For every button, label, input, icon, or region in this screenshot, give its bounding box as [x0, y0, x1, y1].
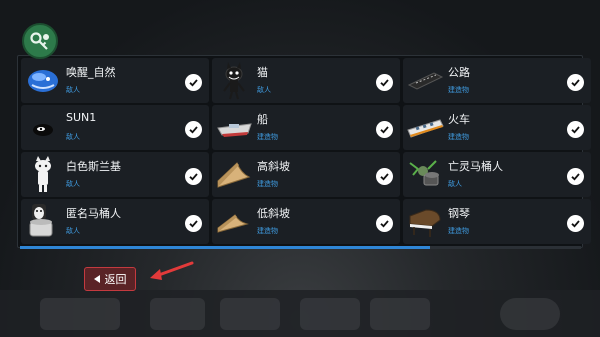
checkmark-icon[interactable]: [567, 74, 584, 91]
back-button[interactable]: 返回: [84, 267, 136, 291]
background-shape: [150, 298, 205, 330]
masked-toilet-icon: [29, 204, 53, 237]
item-tag: 敌人: [66, 86, 80, 94]
back-button-label: 返回: [104, 273, 127, 286]
low-ramp-icon: [217, 214, 249, 233]
horizontal-scrollbar[interactable]: [20, 246, 581, 249]
piano-icon: [409, 209, 441, 237]
item-card[interactable]: SUN1 敌人: [21, 105, 209, 150]
checkmark-icon[interactable]: [567, 215, 584, 232]
item-tag: 建造物: [448, 227, 469, 235]
background-shape: [370, 298, 430, 330]
boat-icon: [217, 123, 252, 137]
checkmark-icon[interactable]: [567, 121, 584, 138]
item-name: 船: [257, 113, 268, 126]
item-name: 低斜坡: [257, 207, 290, 220]
item-tag: 建造物: [448, 86, 469, 94]
high-ramp-icon: [217, 162, 251, 188]
item-tag: 敌人: [66, 180, 80, 188]
blue-orb-creature-icon: [28, 70, 58, 92]
item-tag: 敌人: [66, 133, 80, 141]
item-tag: 建造物: [448, 133, 469, 141]
item-card[interactable]: 白色斯兰基 敌人: [21, 152, 209, 197]
road-segment-icon: [407, 72, 444, 90]
item-name: 猫: [257, 66, 268, 79]
item-name: SUN1: [66, 111, 97, 124]
background-shape: [220, 298, 280, 330]
item-card[interactable]: 船 建造物: [212, 105, 400, 150]
background-toggle: [500, 298, 560, 330]
dark-eye-creature-icon: [33, 124, 53, 136]
item-tag: 建造物: [257, 180, 278, 188]
item-name: 高斜坡: [257, 160, 290, 173]
item-card[interactable]: 亡灵马桶人 敌人: [403, 152, 591, 197]
item-name: 亡灵马桶人: [448, 160, 503, 173]
background-shape: [40, 298, 120, 330]
item-tag: 建造物: [257, 227, 278, 235]
checkmark-icon[interactable]: [567, 168, 584, 185]
checkmark-icon[interactable]: [376, 215, 393, 232]
item-tag: 敌人: [448, 180, 462, 188]
left-triangle-icon: [93, 275, 100, 283]
item-card[interactable]: 高斜坡 建造物: [212, 152, 400, 197]
item-card[interactable]: 公路 建造物: [403, 58, 591, 103]
item-tag: 敌人: [257, 86, 271, 94]
white-cat-figure-icon: [35, 156, 51, 192]
item-name: 匿名马桶人: [66, 207, 121, 220]
item-card[interactable]: 唤醒_自然 敌人: [21, 58, 209, 103]
background-shape: [300, 298, 360, 330]
item-card[interactable]: 钢琴 建造物: [403, 199, 591, 244]
pointer-arrow-icon: [150, 261, 194, 280]
cartoon-cat-icon: [223, 62, 245, 100]
item-name: 火车: [448, 113, 470, 126]
item-card[interactable]: 匿名马桶人 敌人: [21, 199, 209, 244]
checkmark-icon[interactable]: [185, 215, 202, 232]
item-name: 唤醒_自然: [66, 66, 116, 79]
checkmark-icon[interactable]: [185, 121, 202, 138]
checkmark-icon[interactable]: [376, 74, 393, 91]
item-card[interactable]: 猫 敌人: [212, 58, 400, 103]
item-name: 公路: [448, 66, 470, 79]
item-name: 钢琴: [448, 207, 470, 220]
item-tag: 敌人: [66, 227, 80, 235]
checkmark-icon[interactable]: [185, 168, 202, 185]
checkmark-icon[interactable]: [376, 168, 393, 185]
scrollbar-thumb[interactable]: [20, 246, 430, 249]
mod-key-button[interactable]: [22, 23, 58, 59]
item-list-panel: 唤醒_自然 敌人 猫 敌人 公路 建造物 SUN1 敌人 船 建造物 火车 建造…: [17, 55, 591, 249]
checkmark-icon[interactable]: [185, 74, 202, 91]
key-icon: [30, 32, 49, 50]
item-name: 白色斯兰基: [66, 160, 121, 173]
zombie-toilet-icon: [409, 160, 439, 186]
item-card[interactable]: 火车 建造物: [403, 105, 591, 150]
item-tag: 建造物: [257, 133, 278, 141]
checkmark-icon[interactable]: [376, 121, 393, 138]
train-icon: [407, 119, 444, 138]
item-card[interactable]: 低斜坡 建造物: [212, 199, 400, 244]
